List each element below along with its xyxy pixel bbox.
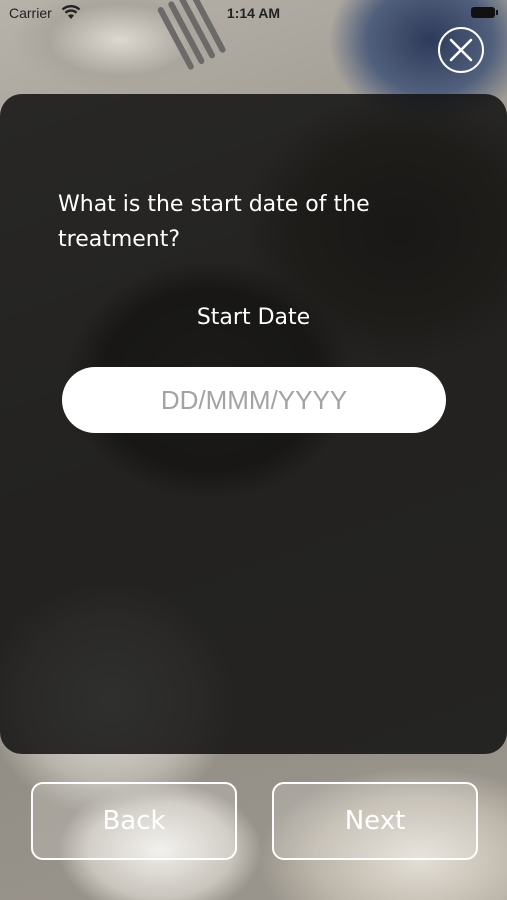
status-bar: Carrier 1:14 AM: [0, 0, 507, 28]
next-button[interactable]: Next: [272, 782, 478, 860]
back-button[interactable]: Back: [31, 782, 237, 860]
start-date-label: Start Date: [196, 305, 311, 330]
status-time: 1:14 AM: [226, 5, 281, 21]
question-text: What is the start date of the treatment?: [58, 192, 370, 252]
close-icon: [449, 38, 473, 62]
close-button[interactable]: [438, 27, 484, 73]
battery-icon: [471, 7, 498, 18]
start-date-input[interactable]: [62, 367, 446, 433]
